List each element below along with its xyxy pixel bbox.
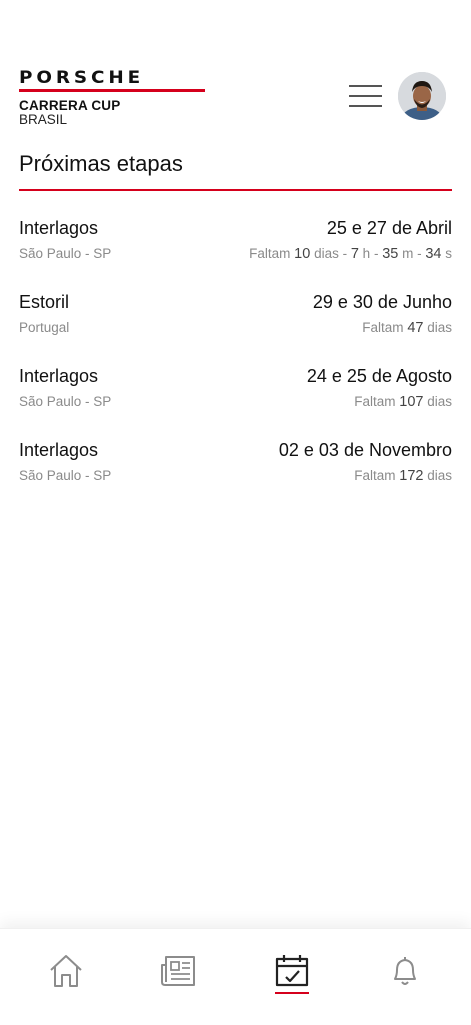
brand-logo[interactable]: PORSCHE CARRERA CUP BRASIL — [19, 70, 205, 127]
countdown-days-label: dias — [427, 468, 452, 483]
countdown-hours-label: h — [362, 246, 371, 261]
race-countdown: Faltam 10 dias - 7 h - 35 m - 34 s — [249, 246, 452, 262]
race-location: São Paulo - SP — [19, 468, 112, 483]
countdown-days: 172 — [399, 468, 424, 484]
countdown-days: 47 — [407, 320, 424, 336]
menu-line — [349, 85, 382, 87]
bell-icon — [394, 957, 416, 985]
active-tab-indicator — [275, 992, 309, 994]
race-location: São Paulo - SP — [19, 394, 112, 409]
countdown-seconds-label: s — [445, 246, 452, 261]
list-item[interactable]: Interlagos São Paulo - SP 02 e 03 de Nov… — [19, 436, 452, 510]
countdown-hours: 7 — [350, 246, 359, 262]
countdown-minutes-label: m — [402, 246, 414, 261]
brand-product: CARRERA CUP — [19, 98, 121, 113]
list-item[interactable]: Interlagos São Paulo - SP 25 e 27 de Abr… — [19, 214, 452, 288]
page-title: Próximas etapas — [19, 151, 183, 176]
countdown-seconds: 34 — [425, 246, 442, 262]
race-location: São Paulo - SP — [19, 246, 112, 261]
race-name: Interlagos — [19, 440, 99, 460]
nav-notifications[interactable] — [386, 951, 426, 1001]
countdown-minutes: 35 — [382, 246, 399, 262]
countdown-days-label: dias — [314, 246, 339, 261]
race-dates: 25 e 27 de Abril — [326, 218, 452, 238]
avatar-photo-icon — [398, 72, 446, 120]
race-dates: 02 e 03 de Novembro — [278, 440, 452, 460]
countdown-prefix: Faltam — [354, 394, 396, 409]
race-dates: 29 e 30 de Junho — [312, 292, 452, 312]
countdown-days: 10 — [294, 246, 311, 262]
race-countdown: Faltam 172 dias — [354, 467, 452, 485]
brand-wordmark: PORSCHE — [19, 68, 145, 88]
countdown-days: 107 — [399, 394, 424, 410]
countdown-prefix: Faltam — [354, 468, 396, 483]
brand-red-bar — [19, 89, 205, 92]
countdown-prefix: Faltam — [249, 246, 291, 261]
user-avatar[interactable] — [398, 72, 446, 120]
countdown-days-label: dias — [427, 320, 452, 335]
nav-home[interactable] — [46, 951, 86, 1001]
race-name: Estoril — [19, 292, 70, 312]
home-icon — [50, 955, 82, 987]
menu-line — [349, 105, 382, 107]
hamburger-menu-icon[interactable] — [349, 84, 382, 108]
list-item[interactable]: Estoril Portugal 29 e 30 de Junho Faltam… — [19, 288, 452, 362]
app-header: PORSCHE CARRERA CUP BRASIL — [0, 0, 471, 140]
nav-calendar[interactable] — [272, 951, 312, 1001]
race-countdown: Faltam 47 dias — [362, 319, 452, 337]
bottom-navigation — [0, 928, 471, 1025]
menu-line — [349, 95, 382, 97]
nav-news[interactable] — [159, 951, 199, 1001]
countdown-prefix: Faltam — [362, 320, 404, 335]
calendar-icon — [275, 955, 309, 987]
title-divider — [19, 189, 452, 191]
race-countdown: Faltam 107 dias — [354, 393, 452, 411]
news-icon — [161, 956, 195, 986]
race-list: Interlagos São Paulo - SP 25 e 27 de Abr… — [19, 214, 452, 510]
race-dates: 24 e 25 de Agosto — [306, 366, 452, 386]
list-item[interactable]: Interlagos São Paulo - SP 24 e 25 de Ago… — [19, 362, 452, 436]
race-name: Interlagos — [19, 218, 99, 238]
countdown-days-label: dias — [427, 394, 452, 409]
race-name: Interlagos — [19, 366, 99, 386]
race-location: Portugal — [19, 320, 70, 335]
brand-country: BRASIL — [19, 112, 68, 127]
